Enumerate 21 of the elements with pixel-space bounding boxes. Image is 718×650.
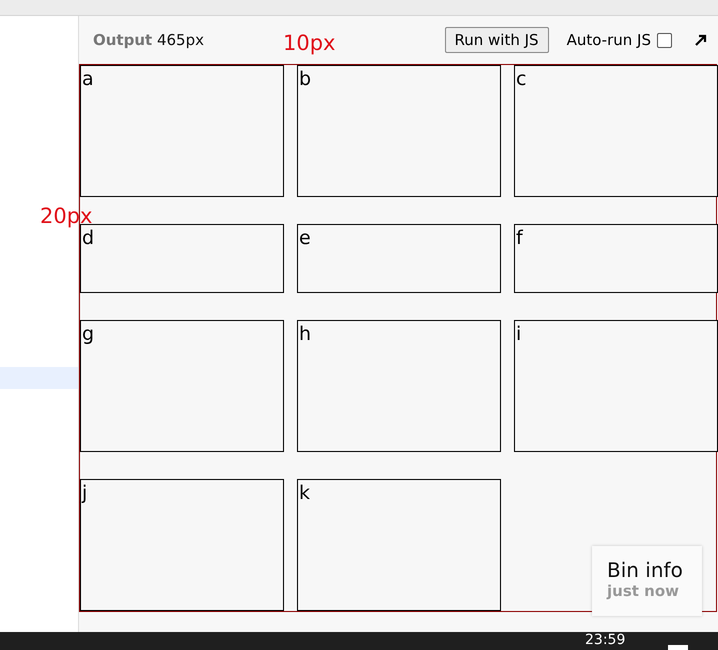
grid-item: a <box>80 65 284 197</box>
grid-item: b <box>297 65 501 197</box>
bin-info-title: Bin info <box>607 558 684 582</box>
taskbar-clock: 23:59 <box>585 633 626 647</box>
grid-item: c <box>514 65 718 197</box>
bin-info-card[interactable]: Bin info just now <box>592 546 702 616</box>
grid-item: j <box>80 479 284 611</box>
bin-info-time: just now <box>607 582 680 600</box>
grid-item: h <box>297 320 501 452</box>
grid-item: i <box>514 320 718 452</box>
output-label: Output 465px <box>93 31 204 49</box>
expand-arrow-icon[interactable] <box>694 33 708 47</box>
grid-item: f <box>514 224 718 293</box>
grid-item: k <box>297 479 501 611</box>
grid-item: e <box>297 224 501 293</box>
grid-item: g <box>80 320 284 452</box>
grid-item: d <box>80 224 284 293</box>
auto-run-checkbox[interactable] <box>657 32 672 48</box>
auto-run-label: Auto-run JS <box>566 31 651 49</box>
run-button[interactable]: Run with JS <box>444 27 549 53</box>
gap-annotation: 10px <box>283 31 336 55</box>
